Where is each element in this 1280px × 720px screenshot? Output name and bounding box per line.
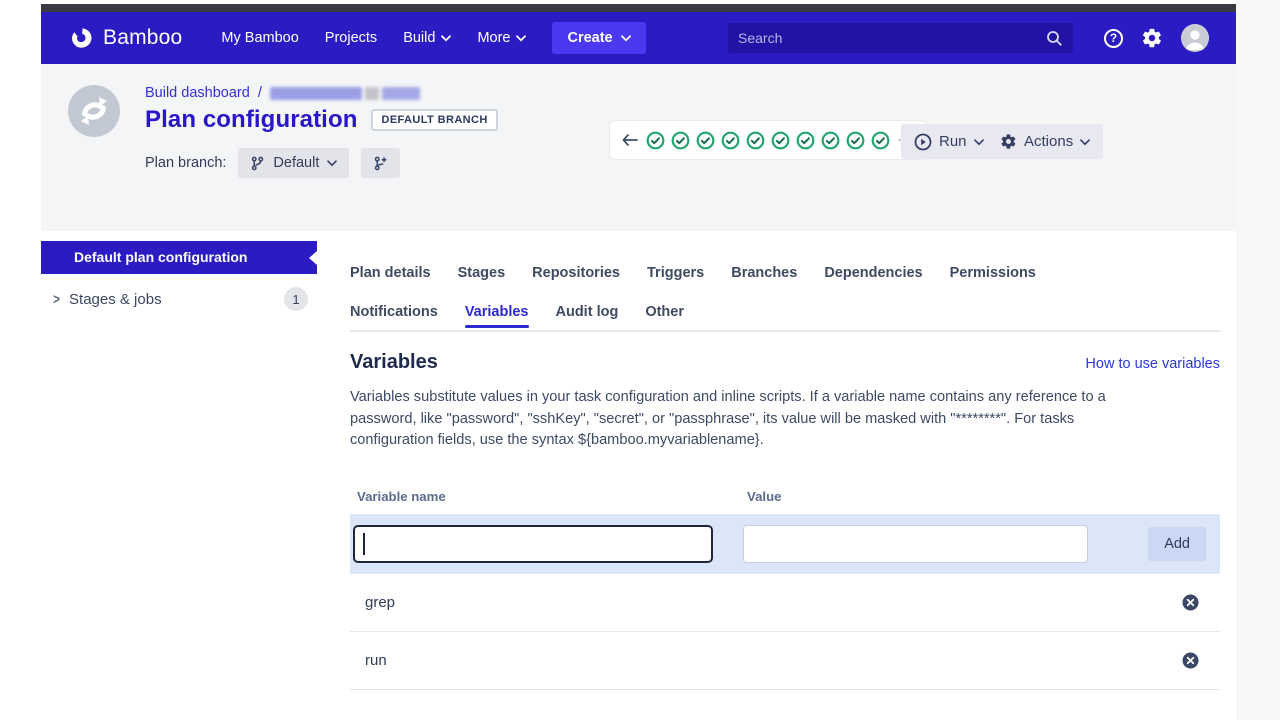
- branch-selector[interactable]: Default: [238, 148, 349, 178]
- add-button[interactable]: Add: [1148, 527, 1206, 561]
- variable-name: run: [365, 652, 387, 669]
- build-success-icon[interactable]: [871, 131, 890, 150]
- tab-variables[interactable]: Variables: [465, 304, 529, 328]
- browser-gutter: [1236, 0, 1280, 720]
- variables-description: Variables substitute values in your task…: [350, 387, 1145, 452]
- how-to-use-variables-link[interactable]: How to use variables: [1085, 356, 1220, 372]
- delete-variable-icon[interactable]: [1182, 594, 1199, 611]
- build-success-icon[interactable]: [821, 131, 840, 150]
- top-navbar: Bamboo My Bamboo Projects Build More Cre…: [41, 12, 1236, 64]
- chevron-right-icon: >: [53, 290, 60, 308]
- tabs-divider: [350, 330, 1220, 332]
- search-box[interactable]: [728, 23, 1073, 53]
- gear-icon: [1000, 133, 1017, 150]
- chevron-down-icon: [1080, 133, 1090, 150]
- actions-button[interactable]: Actions: [987, 124, 1103, 159]
- variable-row: run: [350, 632, 1220, 690]
- variable-row: grep: [350, 574, 1220, 632]
- page-title: Plan configuration: [145, 106, 357, 134]
- config-tabs-row-1: Plan details Stages Repositories Trigger…: [350, 265, 1220, 289]
- build-success-icon[interactable]: [696, 131, 715, 150]
- tab-branches[interactable]: Branches: [731, 265, 797, 289]
- stages-count-badge: 1: [284, 287, 308, 311]
- plan-avatar-icon: [68, 85, 120, 142]
- variables-heading: Variables: [350, 351, 438, 374]
- create-branch-button[interactable]: [361, 148, 400, 178]
- help-icon[interactable]: ?: [1104, 29, 1123, 48]
- build-success-icon[interactable]: [846, 131, 865, 150]
- bamboo-app: Bamboo My Bamboo Projects Build More Cre…: [41, 4, 1236, 690]
- main-panel: Plan details Stages Repositories Trigger…: [317, 231, 1236, 690]
- nav-item-projects[interactable]: Projects: [325, 30, 377, 46]
- chevron-down-icon: [516, 30, 526, 46]
- brand-name: Bamboo: [103, 26, 182, 50]
- chevron-down-icon: [327, 155, 337, 171]
- tab-repositories[interactable]: Repositories: [532, 265, 620, 289]
- build-success-icon[interactable]: [646, 131, 665, 150]
- chevron-down-icon: [974, 133, 984, 150]
- column-header-variable-name: Variable name: [357, 489, 747, 504]
- recent-builds-strip: [609, 120, 927, 160]
- tab-dependencies[interactable]: Dependencies: [824, 265, 922, 289]
- nav-item-more[interactable]: More: [477, 30, 526, 46]
- build-success-icon[interactable]: [746, 131, 765, 150]
- tab-audit-log[interactable]: Audit log: [556, 304, 619, 328]
- branch-create-icon: [373, 156, 388, 171]
- build-success-icon[interactable]: [771, 131, 790, 150]
- delete-variable-icon[interactable]: [1182, 652, 1199, 669]
- variables-table: Variable name Value Add grep: [350, 489, 1220, 690]
- nav-item-my-bamboo[interactable]: My Bamboo: [221, 30, 298, 46]
- bamboo-logo[interactable]: Bamboo: [70, 26, 182, 50]
- run-button[interactable]: Run: [901, 124, 997, 159]
- plan-branch-label: Plan branch:: [145, 155, 226, 171]
- chevron-down-icon: [441, 30, 451, 46]
- search-icon[interactable]: [1046, 30, 1063, 47]
- tab-permissions[interactable]: Permissions: [950, 265, 1036, 289]
- text-cursor: [363, 533, 365, 555]
- search-input[interactable]: [738, 30, 1046, 46]
- build-success-icon[interactable]: [721, 131, 740, 150]
- tab-triggers[interactable]: Triggers: [647, 265, 704, 289]
- add-variable-row: Add: [350, 514, 1220, 574]
- new-variable-value-input[interactable]: [743, 525, 1088, 563]
- column-header-value: Value: [747, 489, 1100, 504]
- new-variable-name-input[interactable]: [353, 525, 713, 563]
- window-top-strip: [41, 4, 1236, 12]
- gear-icon[interactable]: [1141, 27, 1163, 49]
- config-tabs-row-2: Notifications Variables Audit log Other: [350, 304, 1220, 328]
- builds-prev-arrow-icon[interactable]: [622, 134, 638, 146]
- variable-name: grep: [365, 594, 395, 611]
- tab-stages[interactable]: Stages: [458, 265, 506, 289]
- user-avatar[interactable]: [1181, 24, 1209, 52]
- build-success-icon[interactable]: [671, 131, 690, 150]
- config-sidebar: Default plan configuration > Stages & jo…: [41, 231, 317, 324]
- tab-other[interactable]: Other: [645, 304, 684, 328]
- plan-header: Build dashboard / Plan configuration DEF…: [41, 64, 1236, 231]
- create-button[interactable]: Create: [552, 22, 645, 54]
- tab-plan-details[interactable]: Plan details: [350, 265, 431, 289]
- default-branch-lozenge: DEFAULT BRANCH: [371, 109, 497, 131]
- play-icon: [914, 133, 932, 151]
- sidebar-item-stages-jobs[interactable]: > Stages & jobs 1: [41, 274, 317, 324]
- breadcrumb-build-dashboard[interactable]: Build dashboard: [145, 85, 250, 101]
- sidebar-item-default-plan-configuration[interactable]: Default plan configuration: [41, 241, 317, 274]
- branch-icon: [250, 156, 265, 171]
- chevron-down-icon: [621, 30, 631, 46]
- breadcrumb: Build dashboard /: [145, 85, 1236, 101]
- breadcrumb-separator: /: [258, 85, 262, 101]
- bamboo-logo-icon: [70, 26, 94, 50]
- nav-item-build[interactable]: Build: [403, 30, 451, 46]
- breadcrumb-redacted-project: [270, 87, 420, 100]
- tab-notifications[interactable]: Notifications: [350, 304, 438, 328]
- build-success-icon[interactable]: [796, 131, 815, 150]
